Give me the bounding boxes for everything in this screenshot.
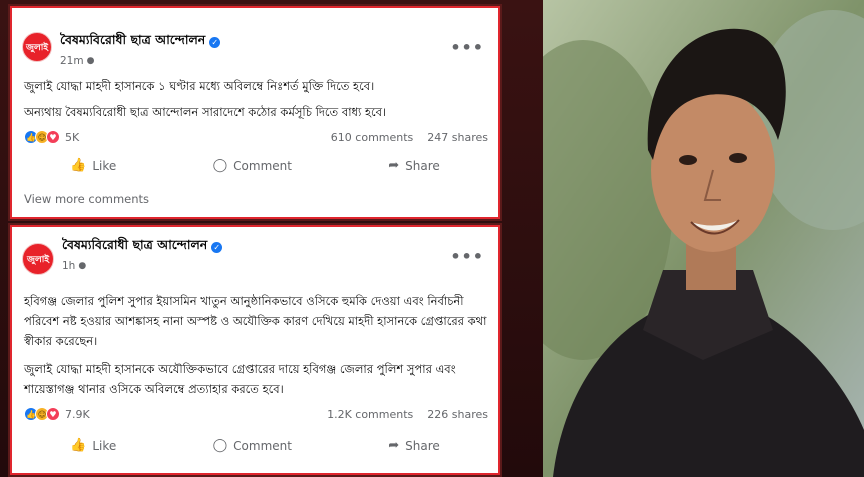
love-reaction-icon: ♥ bbox=[46, 407, 60, 421]
share-arrow-icon: ➦ bbox=[388, 158, 400, 173]
share-button[interactable]: ➦ Share bbox=[388, 158, 440, 173]
page-avatar[interactable]: জুলাই bbox=[22, 243, 54, 275]
page-name[interactable]: বৈষম্যবিরোধী ছাত্র আন্দোলন bbox=[60, 32, 205, 52]
like-button[interactable]: 👍 Like bbox=[70, 438, 116, 453]
like-button[interactable]: 👍 Like bbox=[70, 158, 116, 173]
verified-badge-icon: ✓ bbox=[211, 241, 223, 253]
view-more-comments-link[interactable]: View more comments bbox=[24, 192, 149, 206]
posts-panel: জুলাই বৈষম্যবিরোধী ছাত্র আন্দোলন ✓ 21m ●… bbox=[0, 0, 543, 477]
comment-button[interactable]: ◯ Comment bbox=[213, 158, 292, 173]
facebook-post-2: জুলাই বৈষম্যবিরোধী ছাত্র আন্দোলন ✓ 1h ● … bbox=[10, 225, 500, 475]
page-name[interactable]: বৈষম্যবিরোধী ছাত্র আন্দোলন bbox=[62, 237, 207, 257]
post-header: জুলাই বৈষম্যবিরোধী ছাত্র আন্দোলন ✓ 21m ● bbox=[22, 32, 221, 67]
portrait-illustration bbox=[543, 0, 864, 477]
post-header: জুলাই বৈষম্যবিরোধী ছাত্র আন্দোলন ✓ 1h ● bbox=[22, 237, 223, 275]
comments-count[interactable]: 610 comments bbox=[331, 131, 413, 144]
comments-count[interactable]: 1.2K comments bbox=[327, 408, 413, 421]
share-label: Share bbox=[405, 438, 440, 453]
post-stats: 👍 ☺ ♥ 5K 610 comments 247 shares bbox=[24, 130, 488, 144]
share-arrow-icon: ➦ bbox=[388, 438, 400, 453]
verified-badge-icon: ✓ bbox=[209, 36, 221, 48]
post-time[interactable]: 21m bbox=[60, 55, 84, 67]
post-text: জুলাই যোদ্ধা মাহদী হাসানকে ১ ঘণ্টার মধ্য… bbox=[24, 76, 494, 128]
post-actions: 👍 Like ◯ Comment ➦ Share bbox=[22, 158, 488, 173]
comment-bubble-icon: ◯ bbox=[212, 438, 228, 453]
love-reaction-icon: ♥ bbox=[46, 130, 60, 144]
post-paragraph: জুলাই যোদ্ধা মাহদী হাসানকে ১ ঘণ্টার মধ্য… bbox=[24, 79, 375, 93]
reactions[interactable]: 👍 ☺ ♥ 7.9K bbox=[24, 407, 90, 421]
person-photo bbox=[543, 0, 864, 477]
post-time[interactable]: 1h bbox=[62, 260, 75, 272]
post-text: হবিগঞ্জ জেলার পুলিশ সুপার ইয়াসমিন খাতুন… bbox=[24, 291, 494, 407]
post-paragraph: হবিগঞ্জ জেলার পুলিশ সুপার ইয়াসমিন খাতুন… bbox=[24, 294, 487, 348]
comment-label: Comment bbox=[233, 438, 292, 453]
globe-icon: ● bbox=[78, 261, 87, 271]
globe-icon: ● bbox=[86, 56, 95, 66]
reactions-count[interactable]: 7.9K bbox=[65, 408, 90, 421]
more-options-icon[interactable]: ••• bbox=[450, 38, 484, 57]
post-stats: 👍 ☺ ♥ 7.9K 1.2K comments 226 shares bbox=[24, 407, 488, 421]
shares-count[interactable]: 247 shares bbox=[427, 131, 488, 144]
shares-count[interactable]: 226 shares bbox=[427, 408, 488, 421]
comment-label: Comment bbox=[233, 158, 292, 173]
post-paragraph: অন্যথায় বৈষম্যবিরোধী ছাত্র আন্দোলন সারা… bbox=[24, 105, 387, 119]
post-actions: 👍 Like ◯ Comment ➦ Share bbox=[22, 438, 488, 453]
share-button[interactable]: ➦ Share bbox=[388, 438, 440, 453]
facebook-post-1: জুলাই বৈষম্যবিরোধী ছাত্র আন্দোলন ✓ 21m ●… bbox=[10, 6, 500, 219]
thumbs-up-icon: 👍 bbox=[70, 158, 87, 173]
like-label: Like bbox=[92, 438, 117, 453]
share-label: Share bbox=[405, 158, 440, 173]
reactions-count[interactable]: 5K bbox=[65, 131, 79, 144]
reactions[interactable]: 👍 ☺ ♥ 5K bbox=[24, 130, 79, 144]
comment-bubble-icon: ◯ bbox=[212, 158, 228, 173]
like-label: Like bbox=[92, 158, 117, 173]
more-options-icon[interactable]: ••• bbox=[450, 247, 484, 266]
post-paragraph: জুলাই যোদ্ধা মাহদী হাসানকে অযৌক্তিকভাবে … bbox=[24, 362, 456, 396]
comment-button[interactable]: ◯ Comment bbox=[213, 438, 292, 453]
page-avatar[interactable]: জুলাই bbox=[22, 32, 52, 62]
thumbs-up-icon: 👍 bbox=[70, 438, 87, 453]
